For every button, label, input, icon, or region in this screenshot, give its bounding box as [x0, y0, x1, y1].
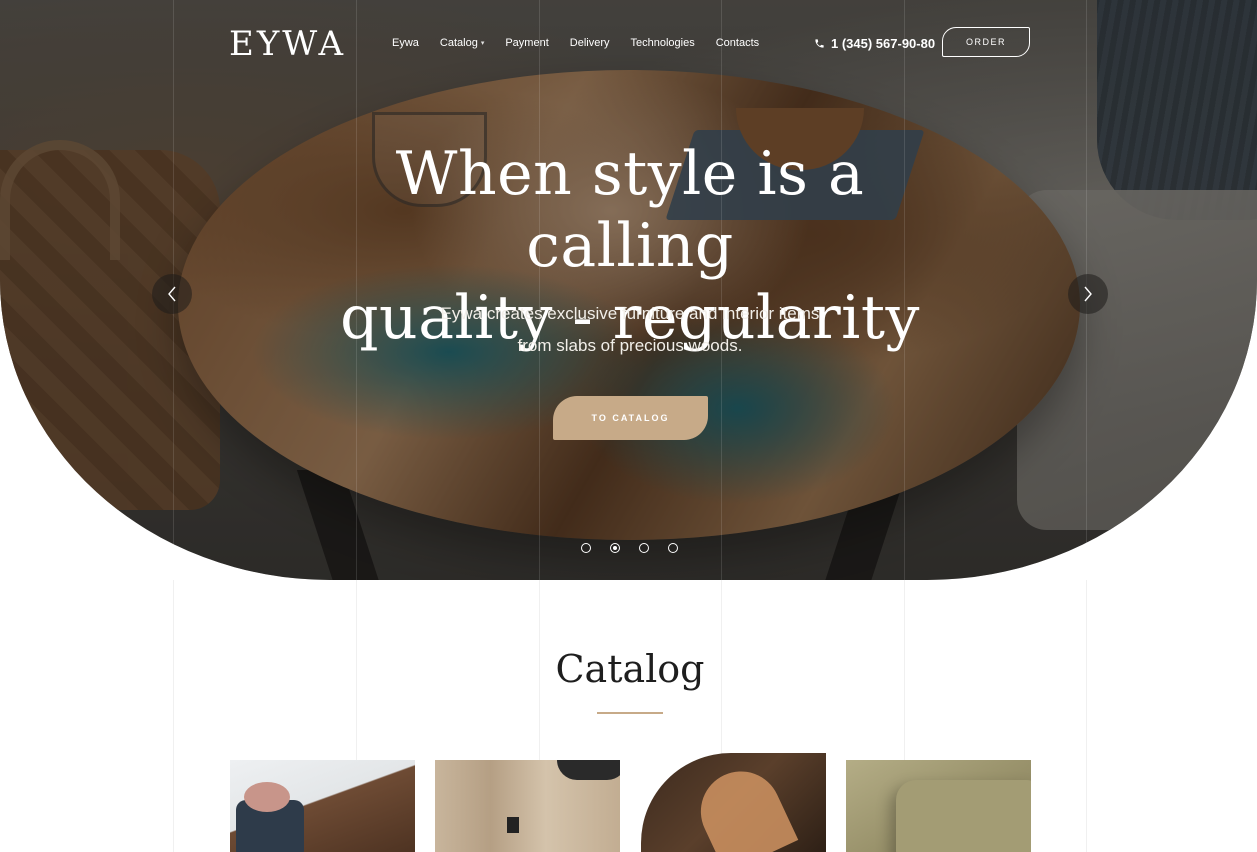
slider-pagination [581, 543, 678, 553]
main-nav: Eywa Catalog ▾ Payment Delivery Technolo… [392, 37, 780, 49]
phone-number: 1 (345) 567-90-80 [831, 36, 936, 51]
catalog-title: Catalog [555, 647, 705, 691]
grid-line [1086, 580, 1087, 852]
hero-subtitle: Eywa creates exclusive furniture and int… [380, 298, 880, 362]
slider-dot[interactable] [668, 543, 678, 553]
catalog-card[interactable] [435, 760, 620, 852]
hero-subtitle-line: from slabs of precious woods. [517, 336, 743, 355]
hero-subtitle-line: Eywa creates exclusive furniture and int… [440, 304, 820, 323]
nav-item-label: Payment [505, 37, 549, 49]
plant-flower-image [244, 782, 290, 812]
brand-logo[interactable]: EYWA [229, 24, 346, 64]
nav-item-label: Eywa [392, 37, 419, 49]
nav-item-payment[interactable]: Payment [505, 37, 548, 49]
catalog-card[interactable] [641, 753, 826, 852]
to-catalog-button[interactable]: TO CATALOG [553, 396, 708, 440]
wooden-spoons-image [687, 758, 799, 852]
nav-item-delivery[interactable]: Delivery [570, 37, 610, 49]
nav-item-label: Catalog [439, 37, 478, 49]
nav-item-label: Delivery [569, 37, 610, 49]
slider-dot[interactable] [581, 543, 591, 553]
chevron-down-icon: ▾ [480, 40, 485, 47]
slider-dot[interactable] [639, 543, 649, 553]
phone-link[interactable]: 1 (345) 567-90-80 [814, 36, 935, 51]
catalog-card[interactable] [846, 760, 1031, 852]
slider-prev-button[interactable] [152, 274, 192, 314]
chevron-right-icon [1084, 286, 1092, 302]
pillow-image [896, 780, 1031, 852]
catalog-divider [597, 712, 663, 714]
nav-item-eywa[interactable]: Eywa [392, 37, 419, 49]
cabinet-handle-image [507, 817, 519, 833]
slider-dot-active[interactable] [610, 543, 620, 553]
lamp-image [557, 760, 620, 780]
catalog-card[interactable] [230, 760, 415, 852]
nav-item-label: Contacts [715, 37, 760, 49]
phone-icon [815, 39, 824, 48]
slider-next-button[interactable] [1068, 274, 1108, 314]
nav-item-technologies[interactable]: Technologies [631, 37, 695, 49]
order-button[interactable]: ORDER [942, 27, 1030, 57]
chevron-left-icon [168, 286, 176, 302]
nav-item-contacts[interactable]: Contacts [716, 37, 759, 49]
grid-line [173, 580, 174, 852]
nav-item-label: Technologies [630, 37, 695, 49]
nav-item-catalog[interactable]: Catalog ▾ [440, 37, 484, 49]
hero-title-line: When style is a calling [395, 139, 865, 281]
